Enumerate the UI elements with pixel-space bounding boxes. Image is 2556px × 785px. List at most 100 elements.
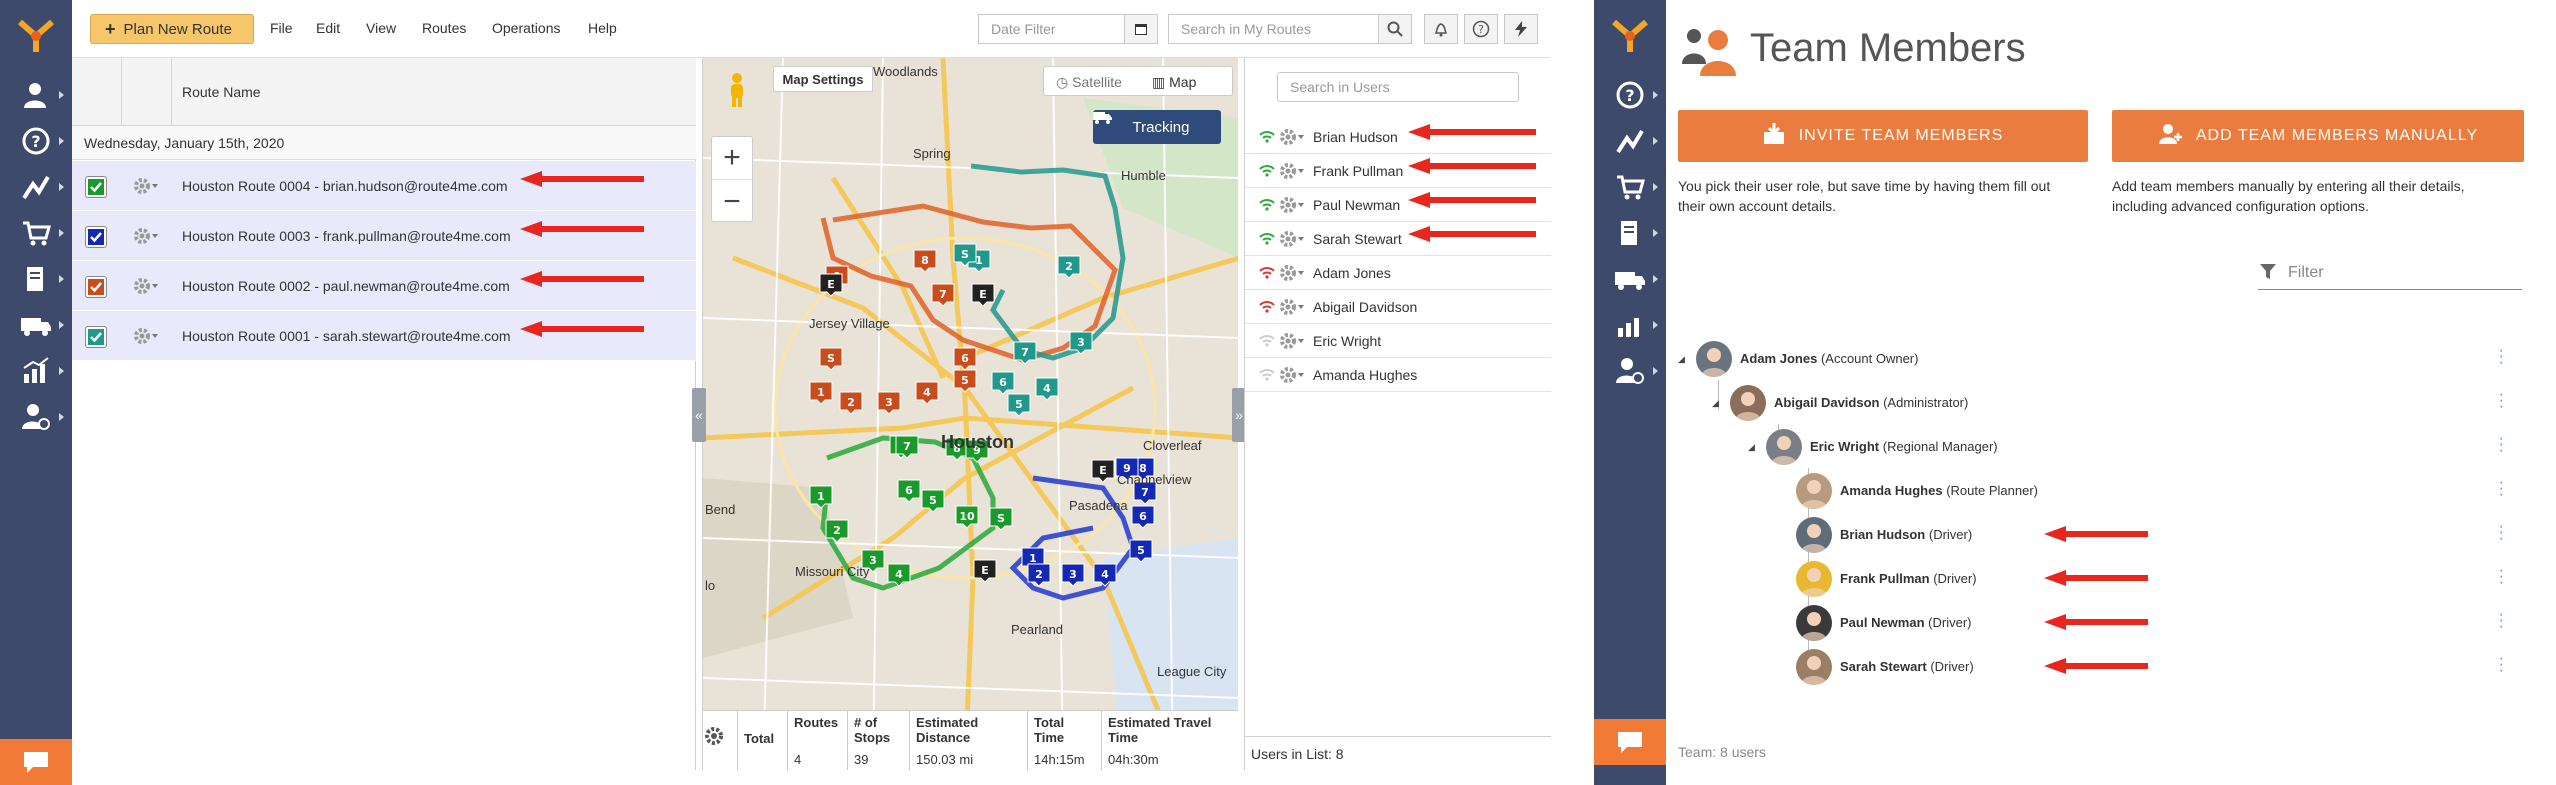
map-toggle[interactable]: ▥ Map [1152, 74, 1196, 91]
user-name[interactable]: Sarah Stewart [1313, 231, 1402, 247]
user-settings-gear-icon[interactable] [1279, 195, 1307, 218]
team-member-label[interactable]: Amanda Hughes (Route Planner) [1840, 483, 2038, 498]
user-name[interactable]: Paul Newman [1313, 197, 1400, 213]
team-member-label[interactable]: Abigail Davidson (Administrator) [1774, 395, 1968, 410]
team-member-label[interactable]: Eric Wright (Regional Manager) [1810, 439, 1998, 454]
team-member-label[interactable]: Frank Pullman (Driver) [1840, 571, 1977, 586]
more-options-icon[interactable]: · · · [2499, 475, 2504, 503]
team-member-row[interactable]: ◢ Adam Jones (Account Owner) · · · [1678, 338, 2520, 378]
menu-help[interactable]: Help [588, 20, 617, 36]
more-options-icon[interactable]: · · · [2499, 387, 2504, 415]
route4me-logo-icon[interactable] [1594, 0, 1666, 72]
menu-file[interactable]: File [270, 20, 293, 36]
chat-icon[interactable] [1594, 719, 1666, 765]
more-options-icon[interactable]: · · · [2499, 563, 2504, 591]
route-checkbox[interactable] [86, 177, 106, 197]
menu-routes[interactable]: Routes [422, 20, 466, 36]
route-settings-gear-icon[interactable] [132, 275, 160, 302]
user-name[interactable]: Eric Wright [1313, 333, 1381, 349]
date-filter-input[interactable]: Date Filter [978, 14, 1128, 44]
collapse-left-panel-handle[interactable]: « [692, 388, 706, 442]
user-search-input[interactable]: Search in Users [1277, 72, 1519, 102]
user-settings-icon[interactable] [1594, 348, 1666, 394]
team-member-label[interactable]: Adam Jones (Account Owner) [1740, 351, 1918, 366]
user-row[interactable]: Amanda Hughes [1245, 358, 1551, 392]
route-checkbox[interactable] [86, 327, 106, 347]
invite-team-members-button[interactable]: INVITE TEAM MEMBERS [1678, 110, 2088, 162]
route-map[interactable]: 987654321S1234567SS12345678910S123456789… [702, 58, 1238, 770]
expand-caret-icon[interactable]: ◢ [1712, 398, 1719, 409]
add-team-members-manually-button[interactable]: ADD TEAM MEMBERS MANUALLY [2112, 110, 2524, 162]
lightning-icon[interactable] [1504, 14, 1538, 44]
team-member-label[interactable]: Sarah Stewart (Driver) [1840, 659, 1974, 674]
team-member-row[interactable]: Amanda Hughes (Route Planner) · · · [1680, 470, 2520, 510]
team-filter-input[interactable]: Filter [2258, 260, 2522, 290]
summary-settings-icon[interactable] [703, 711, 737, 770]
team-member-row[interactable]: ◢ Abigail Davidson (Administrator) · · · [1680, 382, 2520, 422]
cart-icon[interactable] [0, 210, 72, 256]
user-settings-gear-icon[interactable] [1279, 161, 1307, 184]
menu-operations[interactable]: Operations [492, 20, 560, 36]
more-options-icon[interactable]: · · · [2499, 431, 2504, 459]
route-settings-gear-icon[interactable] [132, 325, 160, 352]
user-settings-gear-icon[interactable] [1279, 263, 1307, 286]
more-options-icon[interactable]: · · · [2499, 651, 2504, 679]
zoom-in-button[interactable]: + [712, 137, 752, 180]
routes-icon[interactable] [1594, 118, 1666, 164]
analytics-icon[interactable] [1594, 302, 1666, 348]
user-settings-gear-icon[interactable] [1279, 127, 1307, 150]
satellite-toggle[interactable]: ◷ Satellite [1056, 74, 1122, 91]
orders-icon[interactable] [0, 256, 72, 302]
more-options-icon[interactable]: · · · [2499, 519, 2504, 547]
route-settings-gear-icon[interactable] [132, 175, 160, 202]
user-settings-gear-icon[interactable] [1279, 229, 1307, 252]
analytics-icon[interactable] [0, 348, 72, 394]
user-name[interactable]: Adam Jones [1313, 265, 1391, 281]
user-row[interactable]: Abigail Davidson [1245, 290, 1551, 324]
route-settings-gear-icon[interactable] [132, 225, 160, 252]
route4me-logo-icon[interactable] [0, 0, 72, 72]
route-name[interactable]: Houston Route 0001 - sarah.stewart@route… [182, 328, 511, 344]
search-icon[interactable] [1378, 14, 1412, 44]
user-settings-gear-icon[interactable] [1279, 331, 1307, 354]
expand-caret-icon[interactable]: ◢ [1748, 442, 1755, 453]
fleet-icon[interactable] [0, 302, 72, 348]
chat-icon[interactable] [0, 739, 72, 785]
user-settings-gear-icon[interactable] [1279, 365, 1307, 388]
more-options-icon[interactable]: · · · [2499, 343, 2504, 371]
help-icon[interactable]: ? [1594, 72, 1666, 118]
more-options-icon[interactable]: · · · [2499, 607, 2504, 635]
route-name[interactable]: Houston Route 0002 - paul.newman@route4m… [182, 278, 510, 294]
route-search-input[interactable]: Search in My Routes [1168, 14, 1380, 44]
route-checkbox[interactable] [86, 227, 106, 247]
route-name-column-header[interactable]: Route Name [182, 84, 261, 100]
user-name[interactable]: Amanda Hughes [1313, 367, 1417, 383]
route-checkbox[interactable] [86, 277, 106, 297]
add-user-icon[interactable] [0, 72, 72, 118]
help-icon[interactable]: ? [0, 118, 72, 164]
menu-edit[interactable]: Edit [316, 20, 340, 36]
route-name[interactable]: Houston Route 0004 - brian.hudson@route4… [182, 178, 508, 194]
user-row[interactable]: Adam Jones [1245, 256, 1551, 290]
team-member-label[interactable]: Paul Newman (Driver) [1840, 615, 1971, 630]
plan-new-route-button[interactable]: + Plan New Route [90, 14, 254, 44]
user-settings-gear-icon[interactable] [1279, 297, 1307, 320]
user-name[interactable]: Abigail Davidson [1313, 299, 1417, 315]
user-row[interactable]: Eric Wright [1245, 324, 1551, 358]
user-name[interactable]: Frank Pullman [1313, 163, 1403, 179]
bell-icon[interactable] [1424, 14, 1458, 44]
help-circle-icon[interactable]: ? [1464, 14, 1498, 44]
team-member-label[interactable]: Brian Hudson (Driver) [1840, 527, 1972, 542]
user-settings-icon[interactable] [0, 394, 72, 440]
map-settings-button[interactable]: Map Settings [773, 66, 873, 92]
zoom-out-button[interactable]: − [712, 180, 752, 223]
calendar-icon[interactable] [1124, 14, 1158, 44]
route-name[interactable]: Houston Route 0003 - frank.pullman@route… [182, 228, 511, 244]
expand-caret-icon[interactable]: ◢ [1678, 354, 1685, 365]
user-name[interactable]: Brian Hudson [1313, 129, 1398, 145]
orders-icon[interactable] [1594, 210, 1666, 256]
routes-icon[interactable] [0, 164, 72, 210]
menu-view[interactable]: View [366, 20, 396, 36]
team-member-row[interactable]: ◢ Eric Wright (Regional Manager) · · · [1680, 426, 2520, 466]
tracking-button[interactable]: Tracking [1093, 110, 1221, 144]
